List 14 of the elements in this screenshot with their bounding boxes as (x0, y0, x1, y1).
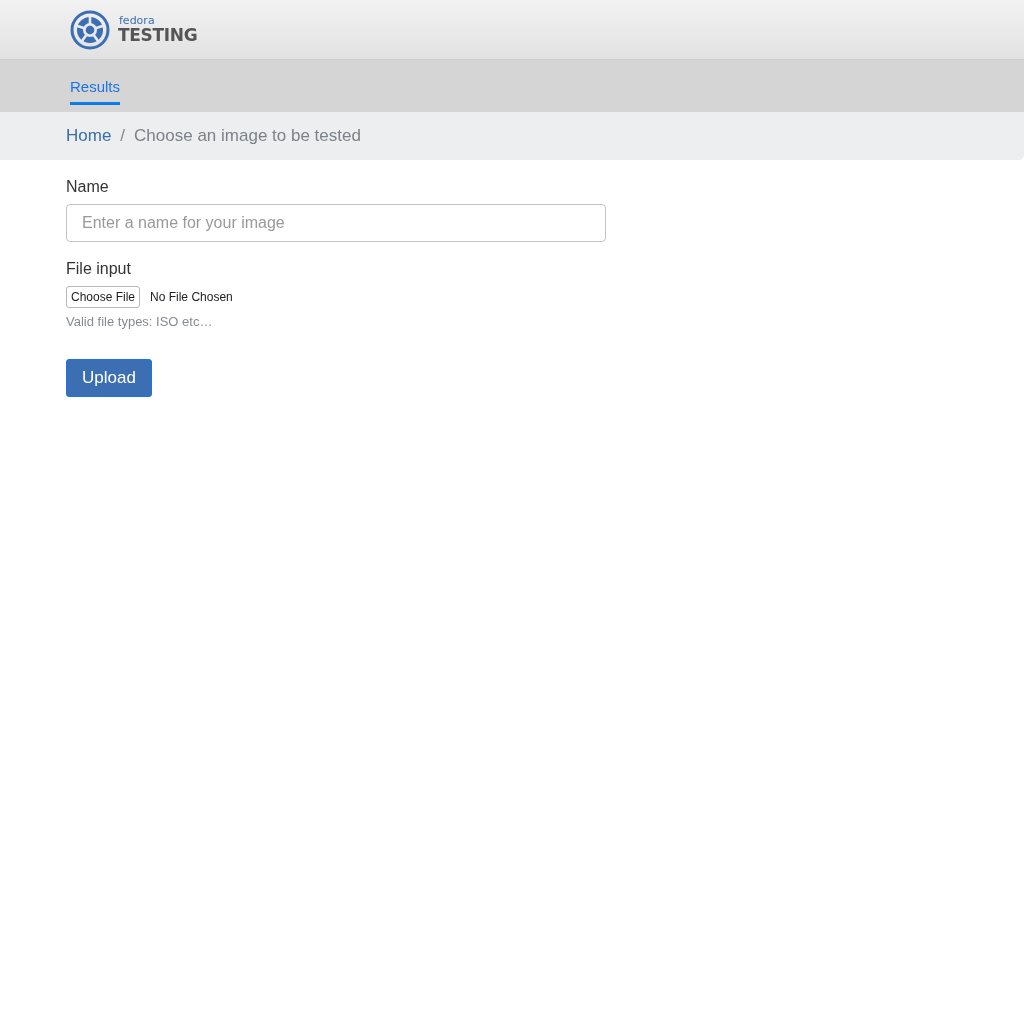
file-status-text: No File Chosen (150, 290, 233, 304)
breadcrumb-separator: / (120, 126, 126, 146)
nav-tab[interactable]: Results (70, 78, 121, 105)
logo-product-text: TESTING (118, 27, 198, 44)
wheel-logo-icon (70, 9, 110, 50)
choose-file-button[interactable]: Choose File (66, 286, 141, 308)
field-label: Name (66, 178, 109, 196)
help-text: Valid file types: ISO etc… (66, 314, 213, 329)
logo-brand-text: fedora (119, 15, 155, 26)
breadcrumb-current: Choose an image to be tested (134, 126, 361, 146)
field-label: File input (66, 260, 131, 278)
upload-button[interactable]: Upload (66, 359, 152, 397)
breadcrumb-link[interactable]: Home (66, 126, 112, 146)
name-input[interactable]: Enter a name for your image (66, 204, 606, 242)
